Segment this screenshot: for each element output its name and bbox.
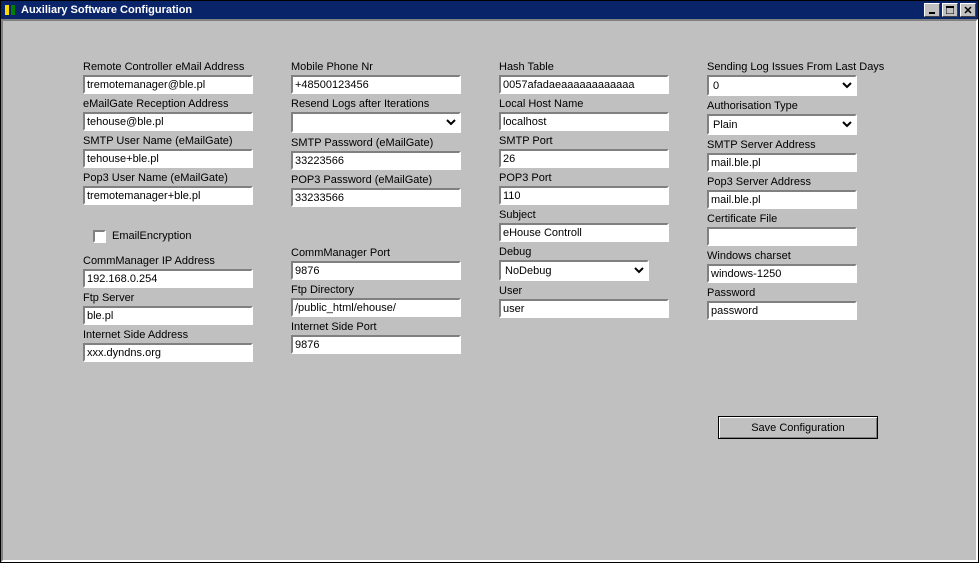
cert-label: Certificate File [707, 213, 887, 227]
hash-label: Hash Table [499, 61, 679, 75]
smtp-port-input[interactable] [499, 149, 669, 168]
close-button[interactable] [960, 3, 976, 17]
column-3: Hash Table Local Host Name SMTP Port POP… [499, 61, 679, 366]
emailgate-recv-input[interactable] [83, 112, 253, 131]
ftp-dir-input[interactable] [291, 298, 461, 317]
smtp-user-input[interactable] [83, 149, 253, 168]
remote-email-input[interactable] [83, 75, 253, 94]
password-label: Password [707, 287, 887, 301]
localhost-label: Local Host Name [499, 98, 679, 112]
ftp-dir-label: Ftp Directory [291, 284, 471, 298]
resend-logs-select[interactable] [291, 112, 461, 133]
column-2: Mobile Phone Nr Resend Logs after Iterat… [291, 61, 471, 366]
comm-port-input[interactable] [291, 261, 461, 280]
pop3-port-input[interactable] [499, 186, 669, 205]
mobile-label: Mobile Phone Nr [291, 61, 471, 75]
charset-label: Windows charset [707, 250, 887, 264]
log-days-select[interactable]: 0 [707, 75, 857, 96]
app-icon [3, 3, 17, 17]
charset-input[interactable] [707, 264, 857, 283]
debug-label: Debug [499, 246, 679, 260]
remote-email-label: Remote Controller eMail Address [83, 61, 263, 75]
minimize-button[interactable] [924, 3, 940, 17]
auth-label: Authorisation Type [707, 100, 887, 114]
email-encryption-label: EmailEncryption [112, 230, 191, 242]
titlebar[interactable]: Auxiliary Software Configuration [1, 1, 978, 19]
email-encryption-checkbox[interactable] [93, 230, 106, 243]
pop3-srv-input[interactable] [707, 190, 857, 209]
hash-input[interactable] [499, 75, 669, 94]
pop3-port-label: POP3 Port [499, 172, 679, 186]
smtp-pw-label: SMTP Password (eMailGate) [291, 137, 471, 151]
pop3-srv-label: Pop3 Server Address [707, 176, 887, 190]
smtp-port-label: SMTP Port [499, 135, 679, 149]
comm-ip-label: CommManager IP Address [83, 255, 263, 269]
user-input[interactable] [499, 299, 669, 318]
debug-select[interactable]: NoDebug [499, 260, 649, 281]
smtp-srv-label: SMTP Server Address [707, 139, 887, 153]
mobile-input[interactable] [291, 75, 461, 94]
resend-logs-label: Resend Logs after Iterations [291, 98, 471, 112]
pop3-pw-input[interactable] [291, 188, 461, 207]
column-1: Remote Controller eMail Address eMailGat… [83, 61, 263, 366]
smtp-user-label: SMTP User Name (eMailGate) [83, 135, 263, 149]
pop3-user-input[interactable] [83, 186, 253, 205]
comm-port-label: CommManager Port [291, 247, 471, 261]
log-days-label: Sending Log Issues From Last Days [707, 61, 887, 75]
window-title: Auxiliary Software Configuration [21, 4, 192, 16]
internet-port-input[interactable] [291, 335, 461, 354]
user-label: User [499, 285, 679, 299]
internet-addr-label: Internet Side Address [83, 329, 263, 343]
localhost-input[interactable] [499, 112, 669, 131]
column-4: Sending Log Issues From Last Days 0 Auth… [707, 61, 887, 366]
password-input[interactable] [707, 301, 857, 320]
auth-select[interactable]: Plain [707, 114, 857, 135]
ftp-server-input[interactable] [83, 306, 253, 325]
internet-port-label: Internet Side Port [291, 321, 471, 335]
ftp-server-label: Ftp Server [83, 292, 263, 306]
cert-input[interactable] [707, 227, 857, 246]
emailgate-recv-label: eMailGate Reception Address [83, 98, 263, 112]
internet-addr-input[interactable] [83, 343, 253, 362]
subject-input[interactable] [499, 223, 669, 242]
comm-ip-input[interactable] [83, 269, 253, 288]
smtp-pw-input[interactable] [291, 151, 461, 170]
subject-label: Subject [499, 209, 679, 223]
maximize-button[interactable] [942, 3, 958, 17]
save-configuration-button[interactable]: Save Configuration [718, 416, 878, 439]
client-area: Remote Controller eMail Address eMailGat… [1, 19, 978, 562]
app-window: Auxiliary Software Configuration Remote … [0, 0, 979, 563]
pop3-user-label: Pop3 User Name (eMailGate) [83, 172, 263, 186]
pop3-pw-label: POP3 Password (eMailGate) [291, 174, 471, 188]
smtp-srv-input[interactable] [707, 153, 857, 172]
